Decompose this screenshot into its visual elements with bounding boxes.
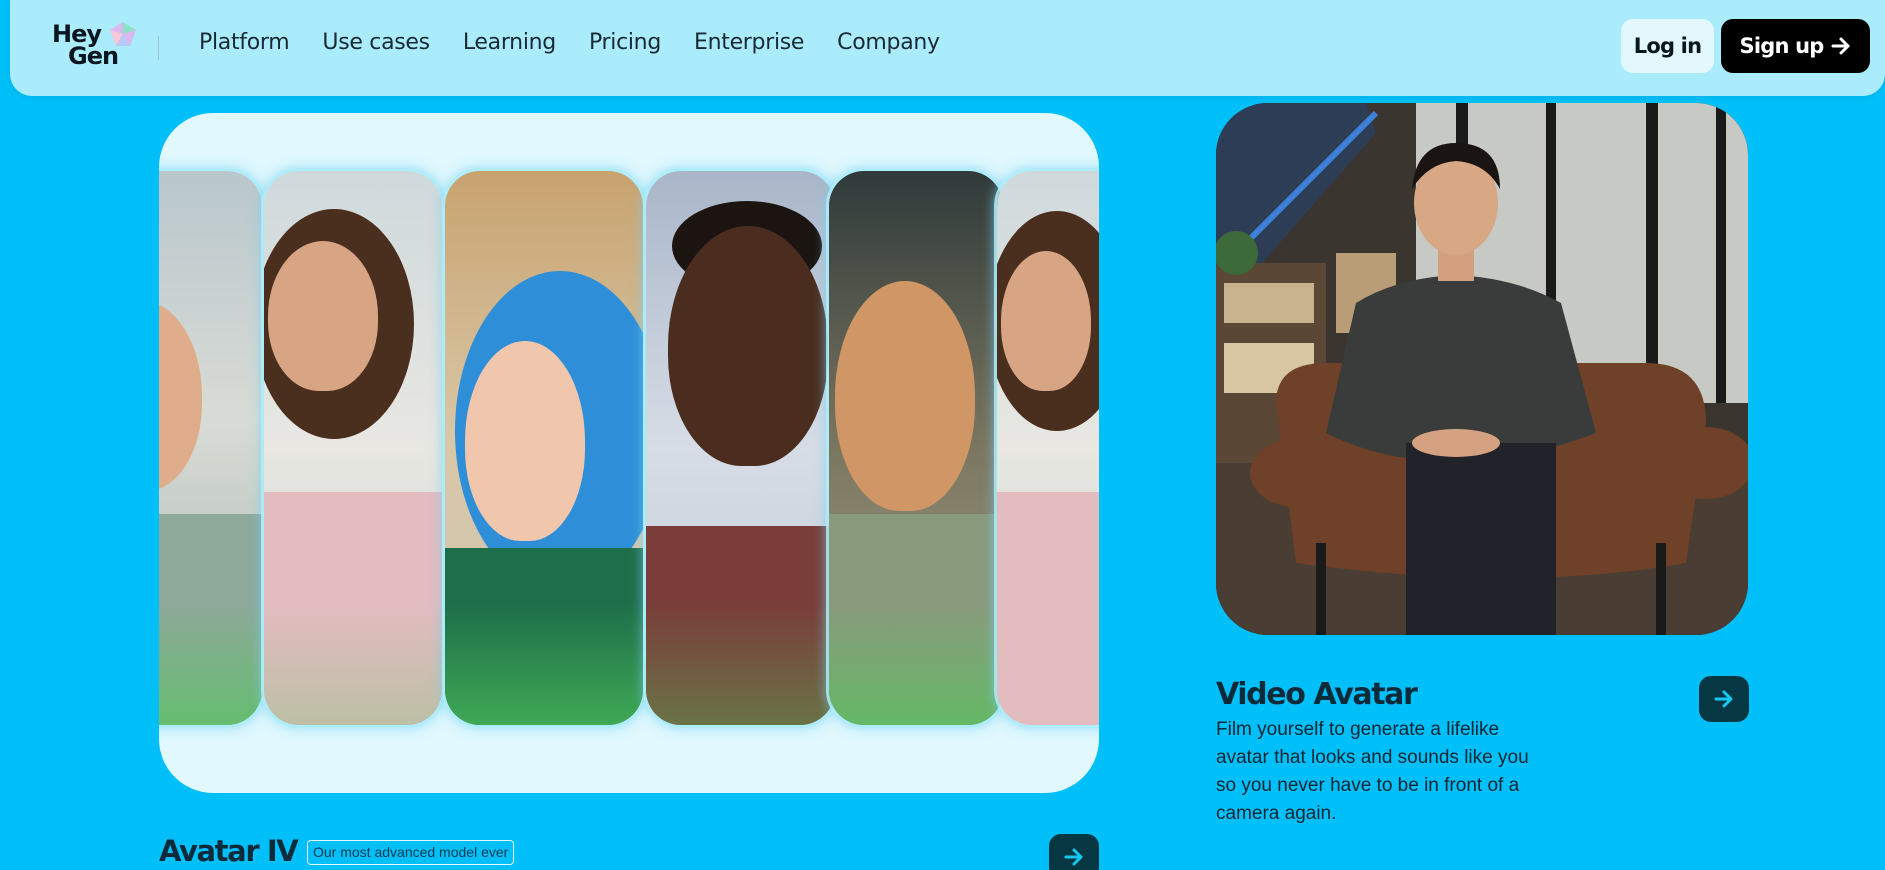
heygen-logo-icon bbox=[110, 22, 136, 46]
avatar-panel bbox=[994, 168, 1099, 728]
avatar-iv-title: Avatar IV bbox=[159, 834, 299, 868]
arrow-right-icon bbox=[1831, 37, 1849, 55]
top-navigation-bar: Hey Gen Platform Use cases Learning Pric… bbox=[10, 0, 1885, 96]
nav-item-pricing[interactable]: Pricing bbox=[589, 30, 661, 55]
arrow-right-icon bbox=[1064, 848, 1083, 866]
avatar-iv-arrow-button[interactable] bbox=[1049, 834, 1099, 870]
login-button[interactable]: Log in bbox=[1621, 19, 1714, 73]
video-avatar-image bbox=[1216, 103, 1748, 635]
avatar-panel bbox=[159, 168, 265, 728]
signup-label: Sign up bbox=[1739, 34, 1825, 58]
signup-button[interactable]: Sign up bbox=[1721, 19, 1870, 73]
avatar-panel bbox=[643, 168, 838, 728]
avatar-panel bbox=[261, 168, 445, 728]
avatar-panel bbox=[442, 168, 646, 728]
avatar-iv-showcase-card[interactable] bbox=[159, 113, 1099, 793]
video-avatar-preview[interactable] bbox=[1216, 103, 1748, 635]
arrow-right-icon bbox=[1714, 690, 1733, 708]
logo-divider bbox=[158, 36, 159, 60]
avatar-iv-badge: Our most advanced model ever bbox=[307, 840, 515, 865]
nav-item-company[interactable]: Company bbox=[837, 30, 940, 55]
main-nav: Platform Use cases Learning Pricing Ente… bbox=[199, 30, 940, 55]
video-avatar-description: Film yourself to generate a lifelike ava… bbox=[1216, 719, 1529, 824]
video-avatar-title: Video Avatar bbox=[1216, 677, 1418, 712]
avatar-panel bbox=[826, 168, 1006, 728]
video-avatar-arrow-button[interactable] bbox=[1699, 676, 1749, 722]
nav-item-use-cases[interactable]: Use cases bbox=[322, 30, 430, 55]
nav-item-enterprise[interactable]: Enterprise bbox=[694, 30, 804, 55]
nav-item-learning[interactable]: Learning bbox=[463, 30, 556, 55]
nav-item-platform[interactable]: Platform bbox=[199, 30, 290, 55]
heygen-logo[interactable]: Hey Gen bbox=[52, 20, 142, 76]
